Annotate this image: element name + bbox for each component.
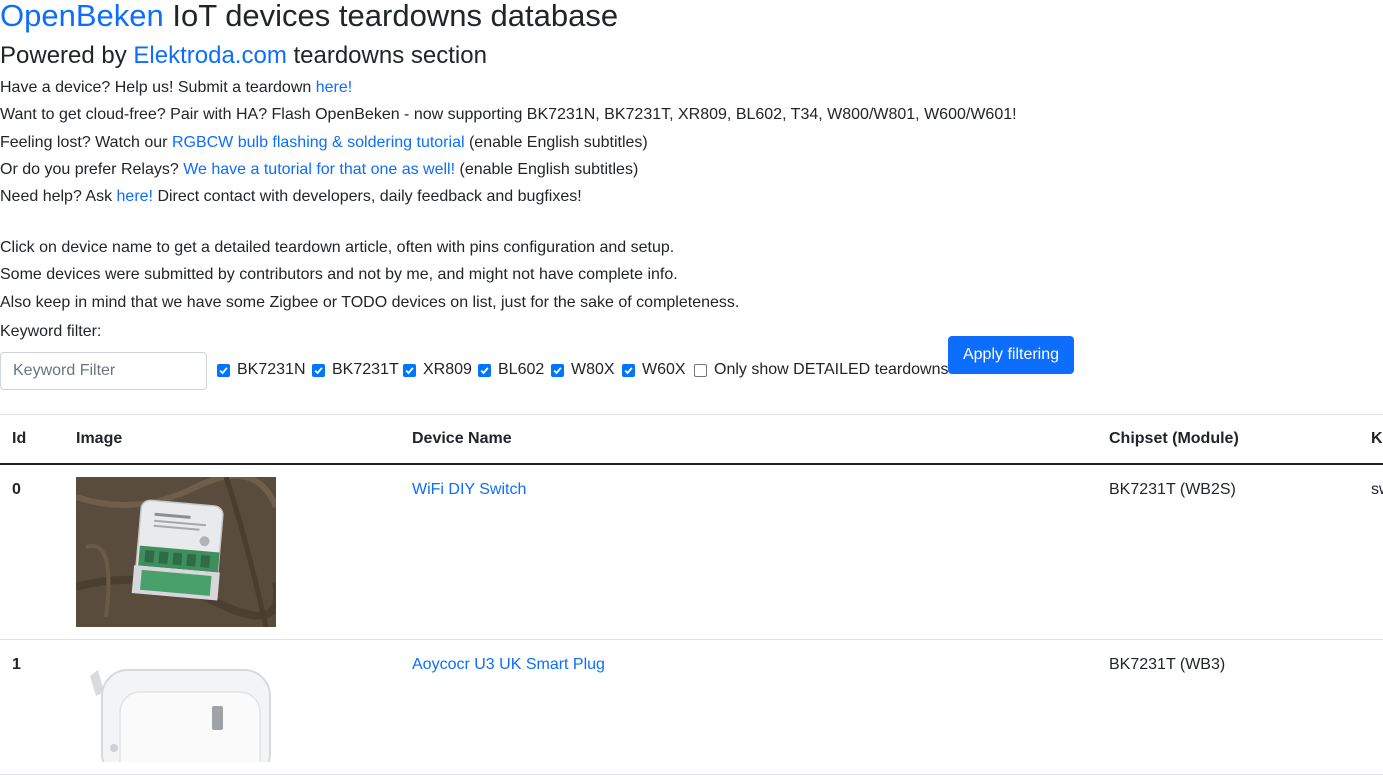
- intro-text: Want to get cloud-free? Pair with HA? Fl…: [0, 106, 1017, 123]
- checkbox[interactable]: [622, 363, 635, 377]
- checkbox-label: XR809: [423, 361, 472, 378]
- chip-filter-bk7231t[interactable]: BK7231T: [312, 359, 399, 381]
- detailed-only-filter[interactable]: Only show DETAILED teardowns: [694, 359, 948, 381]
- filter-row: BK7231N BK7231T XR809 BL602 W80X W60X On…: [0, 336, 1383, 392]
- column-header-chipset: Chipset (Module): [1109, 430, 1239, 447]
- checkbox[interactable]: [551, 363, 564, 377]
- subtitle-prefix: Powered by: [0, 42, 134, 69]
- device-name-link[interactable]: Aoycocr U3 UK Smart Plug: [412, 656, 605, 673]
- intro-line-relay-tutorial: Or do you prefer Relays? We have a tutor…: [0, 158, 638, 182]
- device-id: 1: [12, 656, 21, 673]
- table-row: 1 Aoycocr U3 UK Smart Plug BK7231T (WB3): [0, 640, 1383, 775]
- intro-text: Feeling lost? Watch our: [0, 134, 172, 151]
- checkbox-label: BL602: [498, 361, 545, 378]
- relay-tutorial-link[interactable]: We have a tutorial for that one as well!: [183, 161, 455, 178]
- intro-text: Direct contact with developers, daily fe…: [153, 188, 582, 205]
- checkbox[interactable]: [312, 363, 325, 377]
- checkbox-label: Only show DETAILED teardowns: [714, 361, 949, 378]
- device-photo[interactable]: [76, 652, 276, 762]
- intro-text: Have a device? Help us! Submit a teardow…: [0, 79, 316, 96]
- device-chipset: BK7231T (WB2S): [1109, 481, 1236, 498]
- chip-filter-bl602[interactable]: BL602: [478, 359, 544, 381]
- chip-filter-w80x[interactable]: W80X: [551, 359, 615, 381]
- intro-text: Or do you prefer Relays?: [0, 161, 184, 178]
- page-subtitle: Powered by Elektroda.com teardowns secti…: [0, 40, 487, 72]
- intro-line-flash: Want to get cloud-free? Pair with HA? Fl…: [0, 103, 1017, 127]
- table-row: 0 WiFi DIY Switch BK7231T (WB2S) s: [0, 464, 1383, 640]
- devices-table: Id Image Device Name Chipset (Module) Ke…: [0, 414, 1383, 775]
- checkbox[interactable]: [694, 363, 707, 377]
- column-header-image: Image: [76, 430, 123, 447]
- device-photo[interactable]: [76, 477, 276, 627]
- checkbox-label: W80X: [571, 361, 615, 378]
- help-link[interactable]: here!: [117, 188, 153, 205]
- apply-filtering-button[interactable]: Apply filtering: [948, 336, 1074, 374]
- column-header-device-name: Device Name: [412, 430, 512, 447]
- device-name-link[interactable]: WiFi DIY Switch: [412, 481, 526, 498]
- checkbox-label: BK7231T: [332, 361, 399, 378]
- intro-line-bulb-tutorial: Feeling lost? Watch our RGBCW bulb flash…: [0, 131, 648, 155]
- info-paragraph: Also keep in mind that we have some Zigb…: [0, 294, 740, 311]
- intro-line-help: Need help? Ask here! Direct contact with…: [0, 185, 582, 209]
- column-header-id: Id: [12, 430, 27, 447]
- checkbox-label: BK7231N: [237, 361, 306, 378]
- subtitle-suffix: teardowns section: [286, 42, 487, 69]
- intro-text: Need help? Ask: [0, 188, 117, 205]
- bulb-tutorial-link[interactable]: RGBCW bulb flashing & soldering tutorial: [172, 134, 465, 151]
- intro-text: (enable English subtitles): [464, 134, 648, 151]
- chip-filter-xr809[interactable]: XR809: [403, 359, 472, 381]
- device-keywords: [1359, 640, 1383, 653]
- openbeken-link[interactable]: OpenBeken: [0, 0, 164, 33]
- checkbox-label: W60X: [642, 361, 686, 378]
- elektroda-link[interactable]: Elektroda.com: [133, 42, 286, 69]
- device-chipset: BK7231T (WB3): [1109, 656, 1226, 673]
- chip-filter-bk7231n[interactable]: BK7231N: [217, 359, 306, 381]
- page-title: OpenBeken IoT devices teardowns database: [0, 0, 618, 35]
- device-keywords: sw: [1371, 481, 1383, 498]
- intro-text: (enable English subtitles): [455, 161, 639, 178]
- column-header-keywords: Ke: [1371, 430, 1383, 447]
- checkbox[interactable]: [403, 363, 416, 377]
- info-paragraph: Click on device name to get a detailed t…: [0, 239, 675, 256]
- page-title-text: IoT devices teardowns database: [163, 0, 619, 33]
- chip-filter-w60x[interactable]: W60X: [622, 359, 686, 381]
- checkbox[interactable]: [217, 363, 230, 377]
- checkbox[interactable]: [478, 363, 491, 377]
- intro-line-submit: Have a device? Help us! Submit a teardow…: [0, 76, 352, 100]
- info-paragraph: Some devices were submitted by contribut…: [0, 266, 678, 283]
- submit-teardown-link[interactable]: here!: [316, 79, 352, 96]
- device-id: 0: [12, 481, 21, 498]
- table-header-row: Id Image Device Name Chipset (Module) Ke: [0, 414, 1383, 464]
- keyword-filter-input[interactable]: [0, 352, 207, 390]
